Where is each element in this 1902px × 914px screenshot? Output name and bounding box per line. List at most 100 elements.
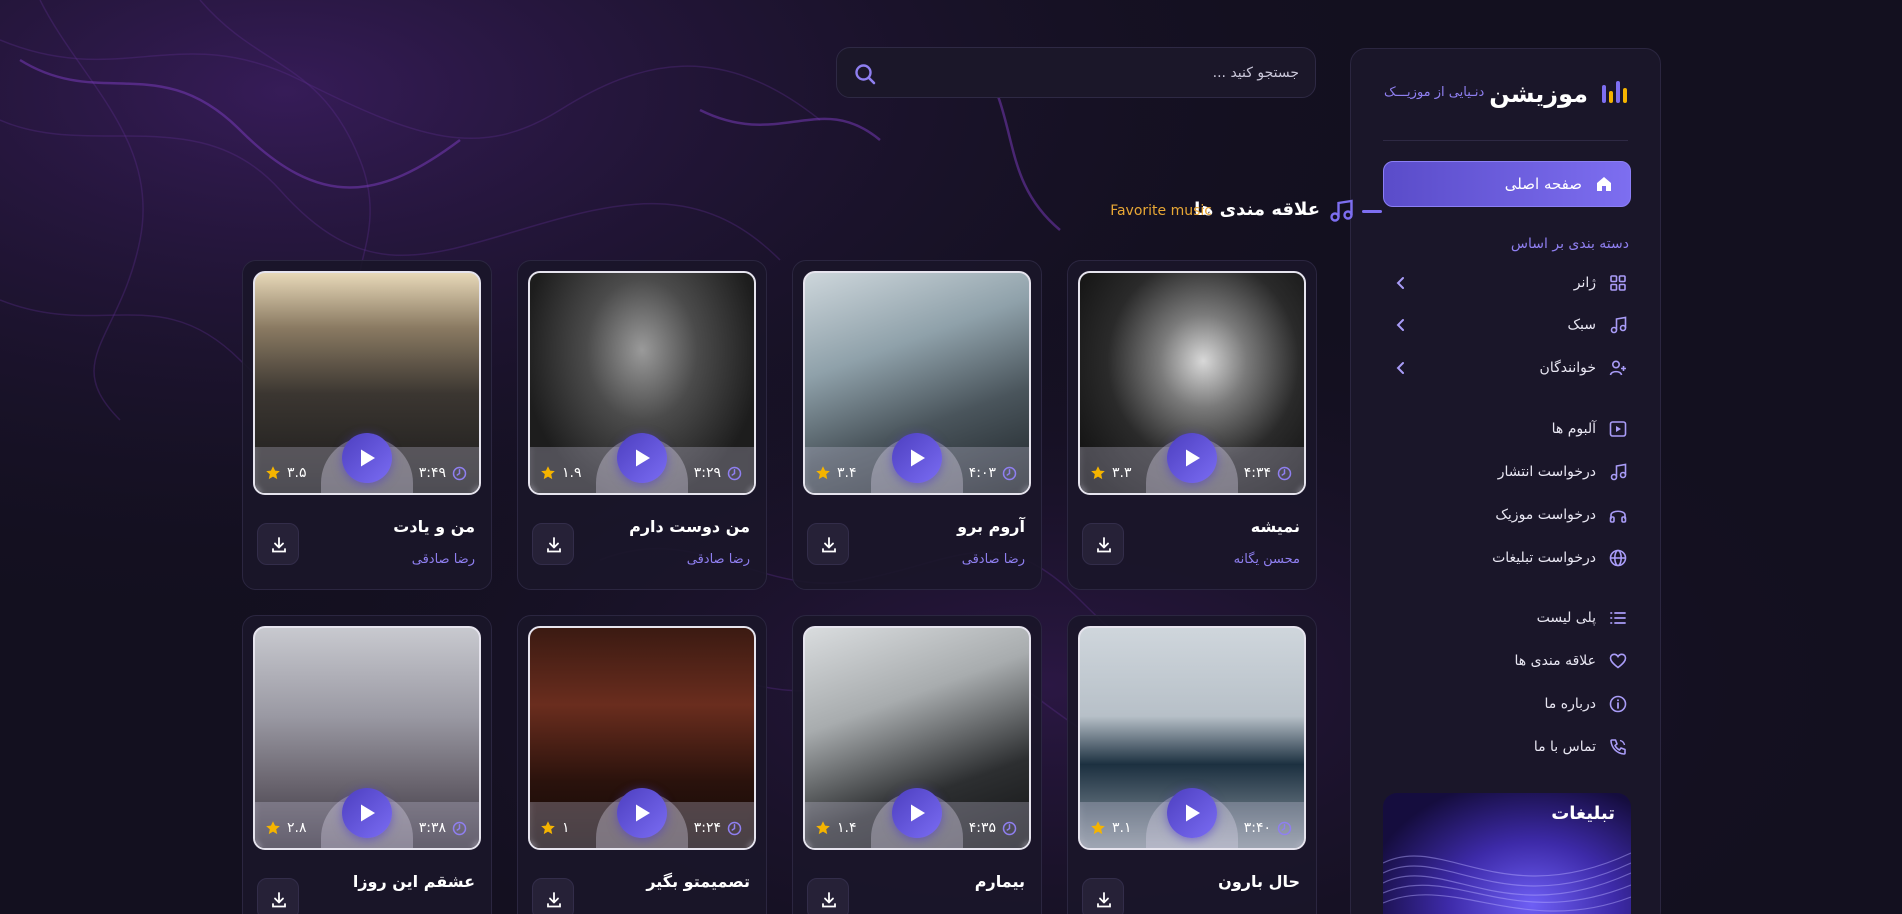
- sidebar-item-publish-request[interactable]: درخواست انتشار: [1383, 458, 1628, 486]
- song-title[interactable]: آروم برو: [957, 517, 1025, 536]
- song-title[interactable]: من و یادت: [393, 517, 475, 536]
- song-cover[interactable]: ۳.۴ ۴:۰۳: [803, 271, 1031, 495]
- home-label: صفحه اصلی: [1504, 175, 1582, 193]
- song-title[interactable]: حال بارون: [1218, 872, 1300, 891]
- song-card[interactable]: ۱.۹ ۳:۲۹ من دوست دارم رضا صادقی: [517, 260, 767, 590]
- play-button[interactable]: [617, 788, 667, 838]
- clock-icon: [1002, 466, 1017, 480]
- play-button[interactable]: [892, 433, 942, 483]
- artist-name[interactable]: رضا صادقی: [962, 552, 1025, 567]
- download-button[interactable]: [807, 523, 849, 565]
- phone-icon: [1610, 739, 1626, 755]
- search-bar: [836, 47, 1316, 98]
- rating-value: ۳.۱: [1112, 820, 1132, 836]
- download-button[interactable]: [257, 878, 299, 914]
- headphones-icon: [1609, 510, 1627, 523]
- clock-icon: [452, 466, 467, 480]
- download-button[interactable]: [807, 878, 849, 914]
- download-icon: [547, 537, 561, 553]
- section-subtitle: Favorite music: [1110, 203, 1212, 219]
- play-icon: [1186, 449, 1200, 467]
- song-cover[interactable]: ۳.۵ ۳:۴۹: [253, 271, 481, 495]
- rating-value: ۳.۴: [837, 465, 857, 481]
- song-title[interactable]: نمیشه: [1251, 517, 1300, 536]
- rating: ۳.۵: [265, 465, 307, 481]
- rating-value: ۳.۵: [287, 465, 307, 481]
- play-button[interactable]: [1167, 433, 1217, 483]
- download-button[interactable]: [1082, 523, 1124, 565]
- artist-name[interactable]: رضا صادقی: [412, 552, 475, 567]
- sidebar-item-singers[interactable]: خوانندگان: [1383, 354, 1628, 382]
- song-cover[interactable]: ۱ ۳:۲۴: [528, 626, 756, 850]
- sidebar-item-label: پلی لیست: [1536, 610, 1596, 626]
- play-icon: [636, 449, 650, 467]
- sidebar-item-label: علاقه مندی ها: [1514, 653, 1596, 669]
- artist-name[interactable]: محسن یگانه: [1234, 552, 1300, 567]
- sidebar-item-label: درباره ما: [1544, 696, 1596, 712]
- song-card[interactable]: ۳.۵ ۳:۴۹ من و یادت رضا صادقی: [242, 260, 492, 590]
- duration-value: ۳:۲۹: [693, 465, 721, 481]
- download-button[interactable]: [532, 523, 574, 565]
- song-title[interactable]: تصمیمتو بگیر: [646, 872, 750, 891]
- sidebar-item-ads-request[interactable]: درخواست تبلیغات: [1383, 544, 1628, 572]
- ads-banner[interactable]: تبلیغات: [1383, 793, 1631, 914]
- sidebar-item-music-request[interactable]: درخواست موزیک: [1383, 501, 1628, 529]
- brand-name: موزیشن: [1489, 80, 1588, 108]
- download-icon: [822, 537, 836, 553]
- search-input[interactable]: [899, 48, 1299, 97]
- sidebar-item-genre[interactable]: ژانر: [1383, 269, 1628, 297]
- sidebar-item-favorites[interactable]: علاقه مندی ها: [1383, 647, 1628, 675]
- sidebar-item-playlist[interactable]: پلی لیست: [1383, 604, 1628, 632]
- download-button[interactable]: [257, 523, 299, 565]
- song-card[interactable]: ۱.۴ ۴:۳۵ بیمارم: [792, 615, 1042, 914]
- star-icon: [816, 821, 830, 835]
- music-note-icon: [1610, 316, 1627, 334]
- sidebar-item-contact[interactable]: تماس با ما: [1383, 733, 1628, 761]
- song-cover[interactable]: ۱.۹ ۳:۲۹: [528, 271, 756, 495]
- chevron-left-icon: [1396, 319, 1404, 331]
- download-button[interactable]: [532, 878, 574, 914]
- clock-icon: [1277, 821, 1292, 835]
- song-title[interactable]: من دوست دارم: [629, 517, 750, 536]
- song-card[interactable]: ۳.۳ ۴:۳۴ نمیشه محسن یگانه: [1067, 260, 1317, 590]
- play-button[interactable]: [892, 788, 942, 838]
- song-card[interactable]: ۳.۱ ۳:۴۰ حال بارون: [1067, 615, 1317, 914]
- play-button[interactable]: [617, 433, 667, 483]
- play-button[interactable]: [1167, 788, 1217, 838]
- search-icon[interactable]: [853, 62, 877, 86]
- song-cover[interactable]: ۳.۳ ۴:۳۴: [1078, 271, 1306, 495]
- home-button[interactable]: صفحه اصلی: [1383, 161, 1631, 207]
- rating-value: ۳.۳: [1112, 465, 1132, 481]
- sidebar-item-style[interactable]: سبک: [1383, 311, 1628, 339]
- play-button[interactable]: [342, 433, 392, 483]
- play-icon: [361, 449, 375, 467]
- download-icon: [1097, 892, 1111, 908]
- duration-value: ۳:۲۴: [693, 820, 721, 836]
- song-cover[interactable]: ۲.۸ ۳:۳۸: [253, 626, 481, 850]
- artist-name[interactable]: رضا صادقی: [687, 552, 750, 567]
- song-title[interactable]: بیمارم: [975, 872, 1025, 891]
- clock-icon: [1002, 821, 1017, 835]
- duration-value: ۳:۴۰: [1243, 820, 1271, 836]
- song-cover[interactable]: ۳.۱ ۳:۴۰: [1078, 626, 1306, 850]
- sidebar-item-albums[interactable]: آلبوم ها: [1383, 415, 1628, 443]
- duration-value: ۴:۳۵: [968, 820, 996, 836]
- sidebar-item-about[interactable]: درباره ما: [1383, 690, 1628, 718]
- sidebar-item-label: سبک: [1567, 317, 1597, 333]
- play-icon: [361, 804, 375, 822]
- rating-value: ۲.۸: [287, 820, 307, 836]
- rating: ۱.۴: [815, 820, 857, 836]
- rating: ۳.۳: [1090, 465, 1132, 481]
- song-cover[interactable]: ۱.۴ ۴:۳۵: [803, 626, 1031, 850]
- play-button[interactable]: [342, 788, 392, 838]
- brand[interactable]: موزیشن: [1489, 79, 1630, 109]
- duration: ۳:۲۹: [694, 465, 742, 481]
- user-plus-icon: [1609, 360, 1626, 376]
- play-icon: [1186, 804, 1200, 822]
- song-card[interactable]: ۲.۸ ۳:۳۸ عشقم این روزا: [242, 615, 492, 914]
- download-button[interactable]: [1082, 878, 1124, 914]
- song-title[interactable]: عشقم این روزا: [353, 872, 475, 891]
- song-card[interactable]: ۱ ۳:۲۴ تصمیمتو بگیر: [517, 615, 767, 914]
- star-icon: [541, 821, 555, 835]
- song-card[interactable]: ۳.۴ ۴:۰۳ آروم برو رضا صادقی: [792, 260, 1042, 590]
